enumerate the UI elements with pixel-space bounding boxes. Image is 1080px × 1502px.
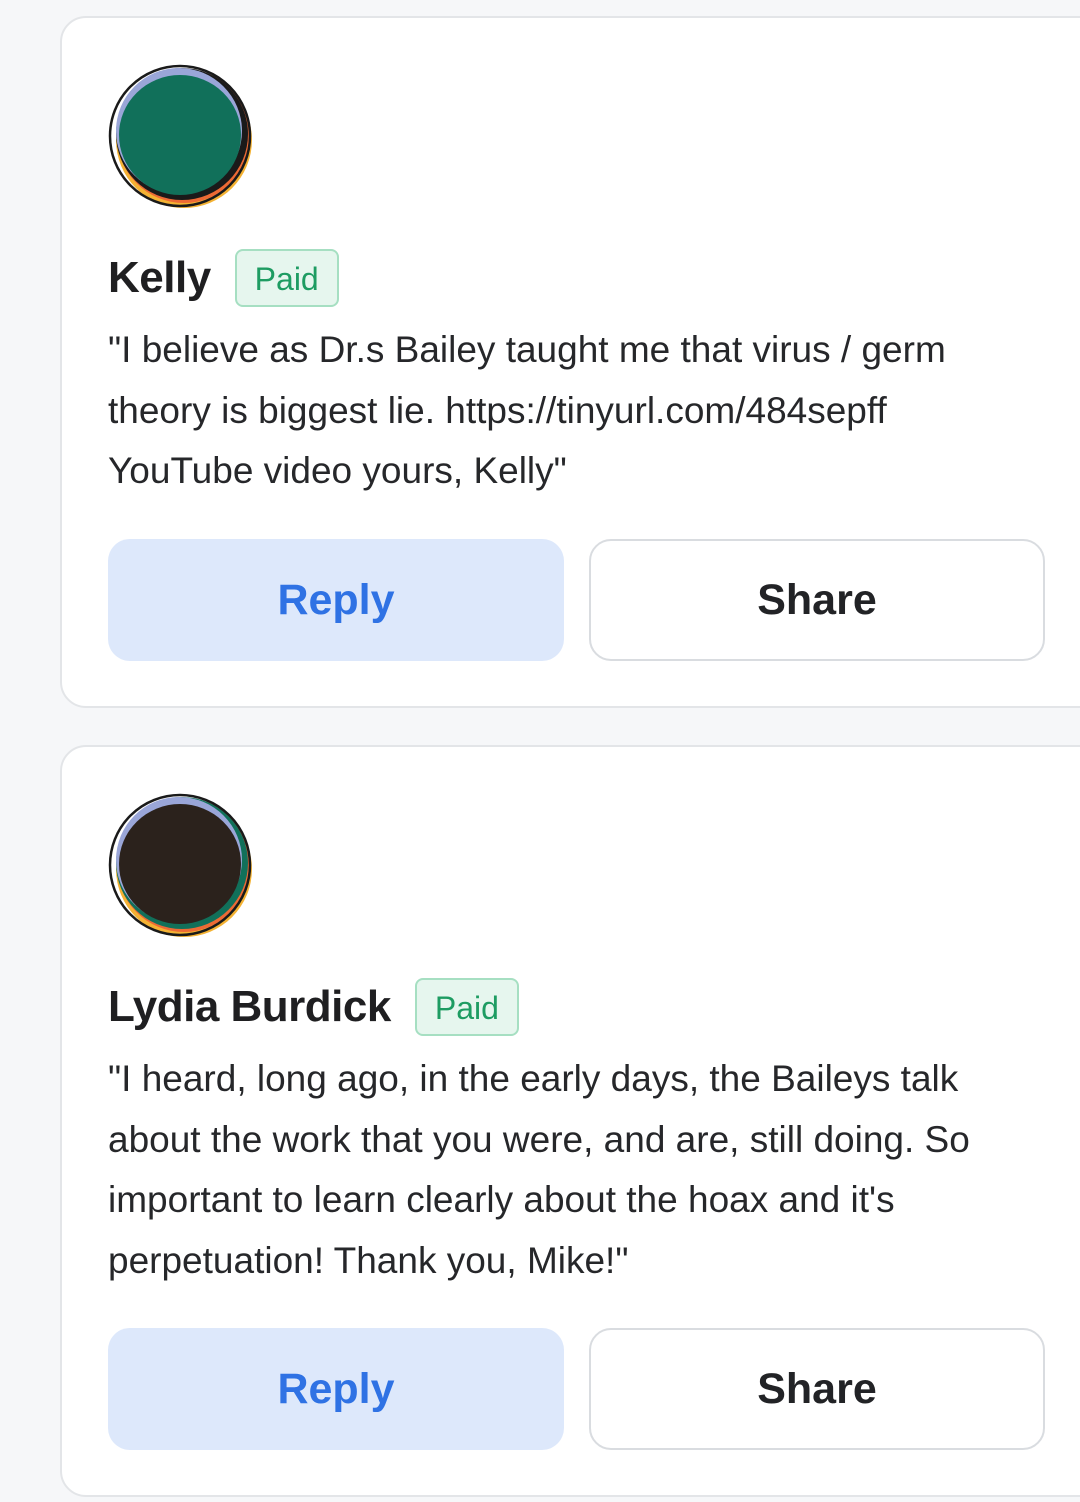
author-row: Kelly Paid [108,246,339,310]
avatar[interactable] [108,64,254,210]
comment-card: Lydia Burdick Paid "I heard, long ago, i… [60,745,1080,1497]
author-name[interactable]: Kelly [108,253,211,303]
share-button[interactable]: Share [589,1328,1045,1450]
share-button[interactable]: Share [589,539,1045,661]
avatar[interactable] [108,793,254,939]
author-row: Lydia Burdick Paid [108,975,519,1039]
avatar-dark-circle-icon [108,793,252,937]
paid-badge: Paid [414,978,519,1036]
author-name[interactable]: Lydia Burdick [108,982,391,1032]
comment-card: Kelly Paid "I believe as Dr.s Bailey tau… [60,16,1080,708]
paid-badge: Paid [234,249,339,307]
reply-button[interactable]: Reply [108,1328,564,1450]
avatar-green-circle-icon [108,64,252,208]
comment-text: "I heard, long ago, in the early days, t… [108,1058,970,1281]
reply-button[interactable]: Reply [108,539,564,661]
comment-text: "I believe as Dr.s Bailey taught me that… [108,329,946,491]
